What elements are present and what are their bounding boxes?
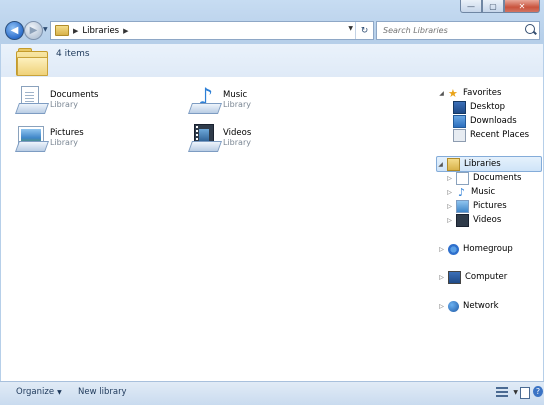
item-type: Library [223,138,251,147]
back-button[interactable]: ◀ [5,21,24,40]
address-dropdown-icon[interactable]: ▼ [348,25,353,32]
organize-label: Organize [16,387,55,397]
collapsed-arrow-icon[interactable]: ▷ [446,203,453,210]
tree-item-documents[interactable]: ▷ Documents [446,171,521,185]
tree-item-label: Downloads [470,116,517,126]
libraries-folder-icon [55,25,69,36]
pictures-library-icon [15,122,50,154]
tree-item-network[interactable]: ▷ Network [438,299,499,313]
tree-item-favorites[interactable]: ◢ ★ Favorites [438,86,501,100]
navigation-bar: ◀ ▶ ▼ ▶ Libraries ▶ ▼ ↻ [0,19,544,41]
tree-item-music[interactable]: ▷ ♪ Music [446,185,495,199]
library-header: 4 items [1,44,543,77]
documents-icon [456,171,469,185]
recent-pages-dropdown[interactable]: ▼ [43,26,48,33]
view-options-dropdown-icon[interactable]: ▼ [513,389,518,396]
tree-item-label: Videos [473,215,502,225]
music-library-icon: ♪ [188,84,223,116]
tree-item-computer[interactable]: ▷ Computer [438,270,507,284]
collapsed-arrow-icon[interactable]: ▷ [438,246,445,253]
forward-button[interactable]: ▶ [24,21,43,40]
tree-item-label: Music [471,187,496,197]
item-type: Library [50,100,78,109]
tree-item-homegroup[interactable]: ▷ Homegroup [438,242,513,256]
item-type: Library [50,138,78,147]
tree-item-recent-places[interactable]: Recent Places [453,128,529,142]
recent-places-icon [453,128,466,142]
tree-item-label: Desktop [470,102,506,112]
libraries-icon [447,157,460,171]
command-bar: Organize ▼ New library ▼ ? [0,381,544,405]
close-button[interactable]: ✕ [504,0,540,13]
item-name: Music [223,90,248,100]
library-item-documents[interactable]: Documents Library [15,84,98,116]
tree-item-label: Homegroup [463,244,513,254]
chevron-down-icon: ▼ [57,389,62,396]
address-bar[interactable]: ▶ Libraries ▶ ▼ ↻ [50,21,374,40]
item-name: Videos [223,128,252,138]
breadcrumb-chevron-icon[interactable]: ▶ [73,27,78,35]
item-type: Library [223,100,251,109]
libraries-folder-icon [16,48,48,76]
item-name: Pictures [50,128,84,138]
tree-item-label: Libraries [464,159,501,169]
tree-item-label: Recent Places [470,130,530,140]
tree-item-label: Computer [465,272,508,282]
item-count: 4 items [56,49,90,59]
search-box[interactable] [376,21,540,40]
collapsed-arrow-icon[interactable]: ▷ [438,303,445,310]
tree-item-videos[interactable]: ▷ Videos [446,213,501,227]
caption-buttons: — ▢ ✕ [460,0,540,13]
breadcrumb-libraries[interactable]: Libraries [82,26,119,36]
collapsed-arrow-icon[interactable]: ▷ [446,189,453,196]
desktop-icon [453,100,466,114]
breadcrumb-chevron-icon[interactable]: ▶ [123,27,128,35]
search-input[interactable] [381,25,525,36]
tree-item-label: Pictures [473,201,507,211]
minimize-button[interactable]: — [460,0,482,13]
computer-icon [448,270,461,284]
downloads-icon [453,114,466,128]
tree-item-libraries[interactable]: ◢ Libraries [436,156,542,172]
library-item-pictures[interactable]: Pictures Library [15,122,84,154]
videos-library-icon [188,122,223,154]
item-name: Documents [50,90,99,100]
tree-item-label: Favorites [463,88,502,98]
search-icon[interactable] [525,24,535,34]
documents-library-icon [15,84,50,116]
collapsed-arrow-icon[interactable]: ▷ [446,175,453,182]
tree-item-label: Documents [473,173,522,183]
new-library-button[interactable]: New library [78,387,127,397]
collapsed-arrow-icon[interactable]: ▷ [438,274,445,281]
tree-item-pictures[interactable]: ▷ Pictures [446,199,507,213]
star-icon: ★ [448,86,458,100]
pictures-icon [456,199,469,213]
forward-arrow-icon: ▶ [29,25,38,36]
homegroup-icon [448,243,459,255]
videos-icon [456,213,469,227]
expanded-arrow-icon[interactable]: ◢ [437,161,444,168]
expanded-arrow-icon[interactable]: ◢ [438,90,445,97]
organize-button[interactable]: Organize ▼ [16,387,62,397]
tree-item-desktop[interactable]: Desktop [453,100,505,114]
library-item-videos[interactable]: Videos Library [188,122,251,154]
maximize-button[interactable]: ▢ [482,0,504,13]
tree-item-downloads[interactable]: Downloads [453,114,517,128]
music-icon: ♪ [457,185,466,199]
library-item-music[interactable]: ♪ Music Library [188,84,251,116]
help-icon[interactable]: ? [533,386,543,397]
preview-pane-icon[interactable] [520,387,530,399]
explorer-window: — ▢ ✕ ◀ ▶ ▼ ▶ Libraries ▶ ▼ ↻ 4 items [0,0,544,405]
collapsed-arrow-icon[interactable]: ▷ [446,217,453,224]
refresh-button[interactable]: ↻ [355,22,373,39]
tree-item-label: Network [463,301,499,311]
network-icon [448,300,459,312]
change-view-icon[interactable] [496,387,508,397]
back-arrow-icon: ◀ [10,25,19,36]
